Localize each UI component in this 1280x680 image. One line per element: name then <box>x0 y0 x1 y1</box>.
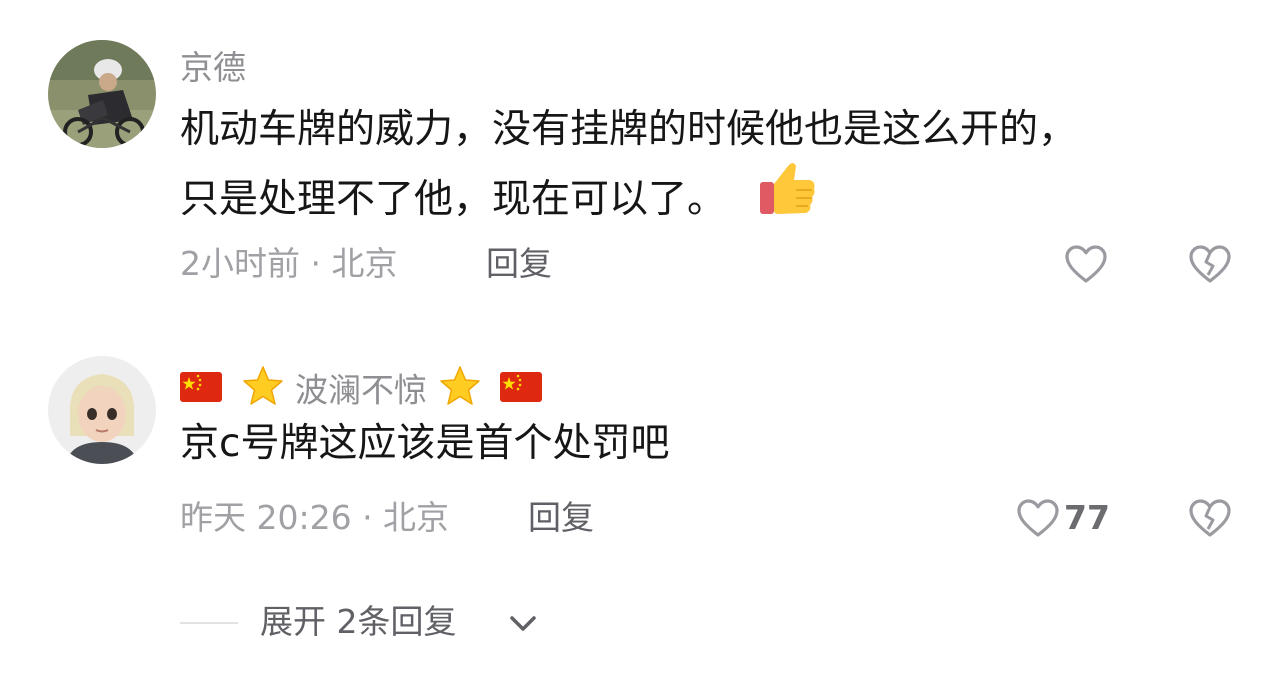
username-row[interactable]: 波澜不惊 <box>180 364 542 417</box>
like-button[interactable] <box>1064 244 1108 288</box>
dislike-button[interactable] <box>1188 244 1232 288</box>
broken-heart-outline-icon <box>1189 245 1231 283</box>
expand-replies-button[interactable]: 展开 2条回复 <box>260 600 457 644</box>
username: 波澜不惊 <box>295 370 427 410</box>
chevron-down-icon[interactable] <box>508 610 538 636</box>
comment-text-line: 京c号牌这应该是首个处罚吧 <box>180 421 670 466</box>
heart-outline-icon <box>1017 499 1059 537</box>
star-icon <box>241 364 285 417</box>
comment-item: 波澜不惊 京c号牌这应该是首个处罚吧 昨天 20:26 · 北京 回复 77 <box>0 330 1280 590</box>
thumbs-up-icon <box>758 160 818 238</box>
star-icon <box>438 364 482 417</box>
comment-meta: 昨天 20:26 · 北京 <box>180 498 450 537</box>
cn-flag-icon <box>180 371 222 411</box>
reply-button[interactable]: 回复 <box>528 498 594 538</box>
cn-flag-icon <box>500 371 542 411</box>
heart-outline-icon <box>1065 245 1107 283</box>
like-count: 77 <box>1064 498 1110 537</box>
avatar[interactable] <box>48 356 156 464</box>
dislike-button[interactable] <box>1188 498 1232 542</box>
comment-item: 京德 机动车牌的威力，没有挂牌的时候他也是这么开的， 只是处理不了他，现在可以了… <box>0 0 1280 330</box>
like-button[interactable] <box>1016 498 1060 542</box>
comment-text-line: 只是处理不了他，现在可以了。 <box>180 160 818 238</box>
comment-meta: 2小时前 · 北京 <box>180 244 398 283</box>
avatar[interactable] <box>48 40 156 148</box>
broken-heart-outline-icon <box>1189 499 1231 537</box>
comment-text-line: 机动车牌的威力，没有挂牌的时候他也是这么开的， <box>180 107 1078 152</box>
comment-text-line-content: 只是处理不了他，现在可以了。 <box>180 177 727 222</box>
reply-button[interactable]: 回复 <box>486 244 552 284</box>
divider-line <box>180 622 238 624</box>
username[interactable]: 京德 <box>180 48 246 88</box>
